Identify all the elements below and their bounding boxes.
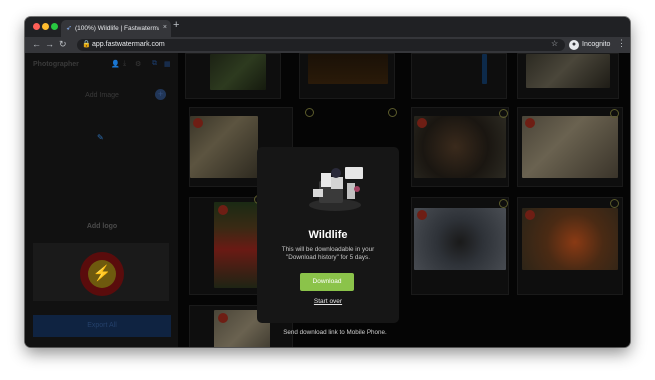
photo-card[interactable] [411, 107, 509, 187]
browser-tab[interactable]: ➶ (100%) Wildlife | Fastwatermar... × [61, 20, 171, 37]
modal-title: Wildlife [308, 229, 348, 241]
download-modal: Wildlife This will be downloadable in yo… [257, 147, 399, 323]
watermark-flag-icon [417, 118, 427, 128]
photo-thumbnail [482, 54, 487, 84]
start-over-link[interactable]: Start over [257, 298, 399, 305]
photo-thumbnail [526, 54, 610, 88]
add-logo-label[interactable]: Add logo [70, 223, 134, 230]
sidebar: Photographer 👤 ⤓ ⚙ ⧉ ▦ Add Image + ✎ Add… [25, 53, 178, 347]
send-download-link[interactable]: Send download link to Mobile Phone. [280, 329, 390, 337]
incognito-label: Incognito [582, 41, 611, 48]
browser-toolbar: ← → ↻ 🔒 app.fastwatermark.com ☆ ● Incogn… [25, 37, 630, 53]
tab-close-icon[interactable]: × [163, 24, 167, 31]
watermark-flag-icon [218, 313, 228, 323]
reload-button[interactable]: ↻ [59, 39, 67, 50]
download-illustration-icon [309, 167, 363, 211]
download-icon[interactable]: ⤓ [123, 60, 126, 68]
watermark-flag-icon [218, 205, 228, 215]
photo-thumbnail [414, 208, 506, 270]
new-tab-button[interactable]: + [173, 19, 179, 31]
select-check-icon[interactable] [499, 109, 508, 118]
photo-thumbnail [308, 54, 388, 84]
forward-button[interactable]: → [45, 39, 54, 49]
photo-thumbnail [522, 116, 618, 178]
select-check-icon[interactable] [499, 199, 508, 208]
watermark-flag-icon [417, 210, 427, 220]
grid-icon[interactable]: ▦ [164, 60, 171, 68]
sidebar-title: Photographer [33, 61, 79, 68]
modal-description: This will be downloadable in your "Downl… [281, 246, 375, 261]
photo-card[interactable] [517, 53, 619, 99]
user-icon[interactable]: 👤 [111, 60, 120, 68]
brush-icon: ✎ [97, 133, 104, 142]
maximize-window-button[interactable] [51, 23, 58, 30]
browser-window: ➶ (100%) Wildlife | Fastwatermar... × + … [25, 17, 630, 347]
add-image-button[interactable]: + [155, 89, 166, 100]
lock-icon: 🔒 [82, 41, 91, 48]
photo-card[interactable] [185, 53, 281, 99]
export-all-button[interactable]: Export All [33, 315, 171, 337]
close-window-button[interactable] [33, 23, 40, 30]
watermark-flag-icon [193, 118, 203, 128]
tab-bar: ➶ (100%) Wildlife | Fastwatermar... × + [25, 17, 630, 37]
lightning-icon: ⚡ [88, 260, 116, 288]
layers-icon[interactable]: ⧉ [152, 60, 157, 68]
select-check-icon[interactable] [388, 108, 397, 117]
add-image-label[interactable]: Add Image [70, 92, 134, 99]
url-text: app.fastwatermark.com [92, 41, 165, 48]
tab-title: (100%) Wildlife | Fastwatermar... [75, 25, 159, 32]
tab-favicon-icon: ➶ [66, 25, 72, 32]
photo-card[interactable] [517, 107, 623, 187]
watermark-flag-icon [525, 118, 535, 128]
incognito-icon: ● [569, 40, 579, 50]
select-check-icon[interactable] [610, 109, 619, 118]
download-button[interactable]: Download [300, 273, 354, 291]
photo-card[interactable] [411, 53, 507, 99]
photo-card[interactable] [411, 197, 509, 295]
gear-icon[interactable]: ⚙ [135, 60, 141, 68]
select-check-icon[interactable] [305, 108, 314, 117]
photo-thumbnail [414, 116, 506, 178]
photo-thumbnail [214, 202, 258, 288]
photo-card[interactable] [299, 53, 395, 99]
photo-thumbnail [210, 54, 266, 90]
select-check-icon[interactable] [610, 199, 619, 208]
minimize-window-button[interactable] [42, 23, 49, 30]
photo-card[interactable] [517, 197, 623, 295]
photo-thumbnail [522, 208, 618, 270]
app-content: Photographer 👤 ⤓ ⚙ ⧉ ▦ Add Image + ✎ Add… [25, 53, 630, 347]
back-button[interactable]: ← [32, 39, 41, 49]
browser-menu-icon[interactable]: ⋮ [617, 38, 626, 49]
watermark-flag-icon [525, 210, 535, 220]
photo-grid [185, 53, 630, 347]
address-bar[interactable]: 🔒 app.fastwatermark.com [77, 39, 565, 51]
bookmark-star-icon[interactable]: ☆ [551, 39, 558, 48]
